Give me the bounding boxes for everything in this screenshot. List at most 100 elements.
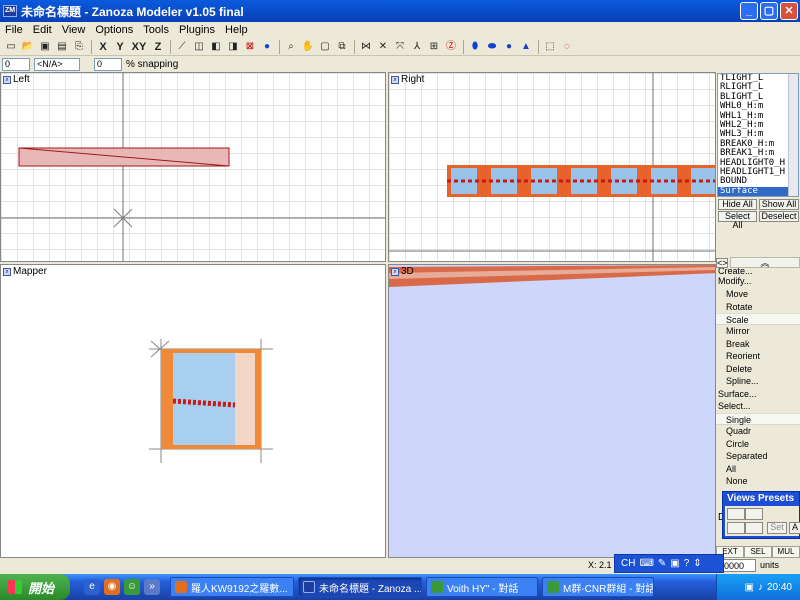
preset-set-button[interactable]: Set — [767, 522, 787, 534]
messenger-icon[interactable]: ☺ — [124, 579, 140, 595]
task-voith[interactable]: Voith HY" - 對話 — [426, 577, 538, 597]
menu-tools[interactable]: Tools — [138, 24, 174, 36]
keyboard-icon[interactable]: ⌨ — [639, 558, 653, 569]
object-list-scrollbar[interactable] — [788, 74, 798, 196]
uv-3d-icon[interactable]: ⊞ — [426, 39, 442, 55]
help-icon[interactable]: ? — [684, 558, 690, 569]
minimize-icon[interactable]: _ — [740, 2, 758, 20]
axis-rotate-icon[interactable]: ⅄ — [409, 39, 425, 55]
axis-xy-button[interactable]: XY — [129, 39, 149, 55]
object-combo[interactable]: <N/A> — [34, 57, 80, 71]
collapse-chevron-icon[interactable]: ︽ — [730, 257, 800, 268]
title-bar[interactable]: ZM 未命名標題 - Zanoza Modeler v1.05 final _ … — [0, 0, 800, 22]
viewport-right[interactable]: ⌕ Right — [388, 72, 716, 262]
menu-options[interactable]: Options — [90, 24, 138, 36]
pan-hand-icon[interactable]: ✋ — [300, 39, 316, 55]
modify-scale[interactable]: Scale — [716, 313, 800, 325]
save-as-icon[interactable]: ▤ — [54, 39, 70, 55]
modify-heading[interactable]: Modify... — [716, 275, 800, 287]
axis-move-icon[interactable]: ✕ — [375, 39, 391, 55]
surface-heading[interactable]: Surface... — [716, 388, 800, 400]
task-firefox[interactable]: 羅人KW9192之羅數... — [170, 577, 294, 597]
viewport-3d[interactable]: ⌕ 3D — [388, 264, 716, 558]
modify-delete[interactable]: Delete — [716, 363, 800, 375]
pen-icon[interactable]: ✎ — [658, 558, 666, 569]
modify-break[interactable]: Break — [716, 338, 800, 350]
save-icon[interactable]: ▣ — [37, 39, 53, 55]
mode-mul[interactable]: MUL — [772, 546, 800, 558]
select-all[interactable]: All — [716, 463, 800, 475]
cube-front-icon[interactable]: ◫ — [191, 39, 207, 55]
select-separated[interactable]: Separated — [716, 450, 800, 462]
preset-slot-3[interactable] — [727, 522, 745, 534]
menu-help[interactable]: Help — [220, 24, 253, 36]
modify-spline[interactable]: Spline... — [716, 375, 800, 387]
axis-z-button[interactable]: Z — [150, 39, 166, 55]
expand-icon[interactable]: ⇕ — [693, 558, 701, 569]
ball-icon[interactable]: ● — [501, 39, 517, 55]
viewport-zoom-icon[interactable]: ⌕ — [3, 267, 11, 276]
zanoza-z-icon[interactable]: Ⓩ — [443, 39, 459, 55]
ie-icon[interactable]: e — [84, 579, 100, 595]
axis-x-button[interactable]: X — [95, 39, 111, 55]
volume-icon[interactable]: ♪ — [758, 582, 763, 593]
clock[interactable]: 20:40 — [767, 582, 792, 593]
maximize-icon[interactable]: ▢ — [760, 2, 778, 20]
preset-slot-4[interactable] — [745, 522, 763, 534]
task-zanoza[interactable]: 未命名標題 - Zanoza ... — [298, 577, 422, 597]
select-circle[interactable]: Circle — [716, 438, 800, 450]
viewport-zoom-icon[interactable]: ⌕ — [391, 267, 399, 276]
preset-slot-2[interactable] — [745, 508, 763, 520]
axis-y-button[interactable]: Y — [112, 39, 128, 55]
select-circle-icon[interactable]: ◌ — [559, 39, 575, 55]
viewport-left[interactable]: ⌕ Left — [0, 72, 386, 262]
viewport-mapper[interactable]: ⌕ Mapper — [0, 264, 386, 558]
preset-a-button[interactable]: A — [789, 522, 800, 534]
cylinder-icon[interactable]: ⬮ — [467, 39, 483, 55]
sphere-icon[interactable]: ● — [259, 39, 275, 55]
export-icon[interactable]: ⎘ — [71, 39, 87, 55]
cone-icon[interactable]: ▲ — [518, 39, 534, 55]
panel-toggle-button[interactable]: <> — [716, 258, 728, 268]
cube-side-icon[interactable]: ◧ — [208, 39, 224, 55]
select-quadr[interactable]: Quadr — [716, 425, 800, 437]
cube-delete-icon[interactable]: ⊠ — [242, 39, 258, 55]
modify-rotate[interactable]: Rotate — [716, 301, 800, 313]
menu-file[interactable]: File — [0, 24, 28, 36]
show-all-button[interactable]: Show All — [759, 199, 799, 210]
object-list-item[interactable]: Surface — [718, 186, 798, 196]
new-file-icon[interactable]: ▭ — [3, 39, 19, 55]
menu-view[interactable]: View — [57, 24, 91, 36]
vertex-tool-icon[interactable]: ⟋ — [174, 39, 190, 55]
firefox-icon[interactable]: ◉ — [104, 579, 120, 595]
modify-reorient[interactable]: Reorient — [716, 350, 800, 362]
language-code[interactable]: CH — [621, 558, 635, 569]
select-rect-icon[interactable]: ⬚ — [542, 39, 558, 55]
tube-icon[interactable]: ⬬ — [484, 39, 500, 55]
modify-mirror[interactable]: Mirror — [716, 325, 800, 337]
deselect-button[interactable]: Deselect — [759, 211, 799, 222]
spin-field-1[interactable]: 0 — [2, 57, 30, 71]
snap-spin-field[interactable]: 0 — [94, 57, 122, 71]
object-list[interactable]: TLIGHT_L RLIGHT_L BLIGHT_L WHL0_H:m WHL1_H:m… — [717, 73, 799, 197]
select-heading[interactable]: Select... — [716, 400, 800, 412]
viewport-zoom-icon[interactable]: ⌕ — [391, 75, 399, 84]
hide-all-button[interactable]: Hide All — [718, 199, 757, 210]
axis-gizmo-icon[interactable]: ⋈ — [358, 39, 374, 55]
start-button[interactable]: 開始 — [0, 574, 70, 600]
modify-move[interactable]: Move — [716, 288, 800, 300]
select-none[interactable]: None — [716, 475, 800, 487]
menu-plugins[interactable]: Plugins — [174, 24, 220, 36]
viewport-zoom-icon[interactable]: ⌕ — [3, 75, 11, 84]
preset-slot-1[interactable] — [727, 508, 745, 520]
select-all-button[interactable]: Select All — [718, 211, 757, 230]
language-bar[interactable]: CH ⌨ ✎ ▣ ? ⇕ — [614, 554, 724, 573]
close-icon[interactable]: ✕ — [780, 2, 798, 20]
zoom-icon[interactable]: ⌕ — [283, 39, 299, 55]
select-single[interactable]: Single — [716, 413, 800, 425]
cube-top-icon[interactable]: ◨ — [225, 39, 241, 55]
quicklaunch-more-icon[interactable]: » — [144, 579, 160, 595]
task-mgroup[interactable]: M群-CNR群組 - 對話 — [542, 577, 654, 597]
network-icon[interactable]: ▣ — [745, 582, 754, 593]
axis-scale-icon[interactable]: ⤧ — [392, 39, 408, 55]
